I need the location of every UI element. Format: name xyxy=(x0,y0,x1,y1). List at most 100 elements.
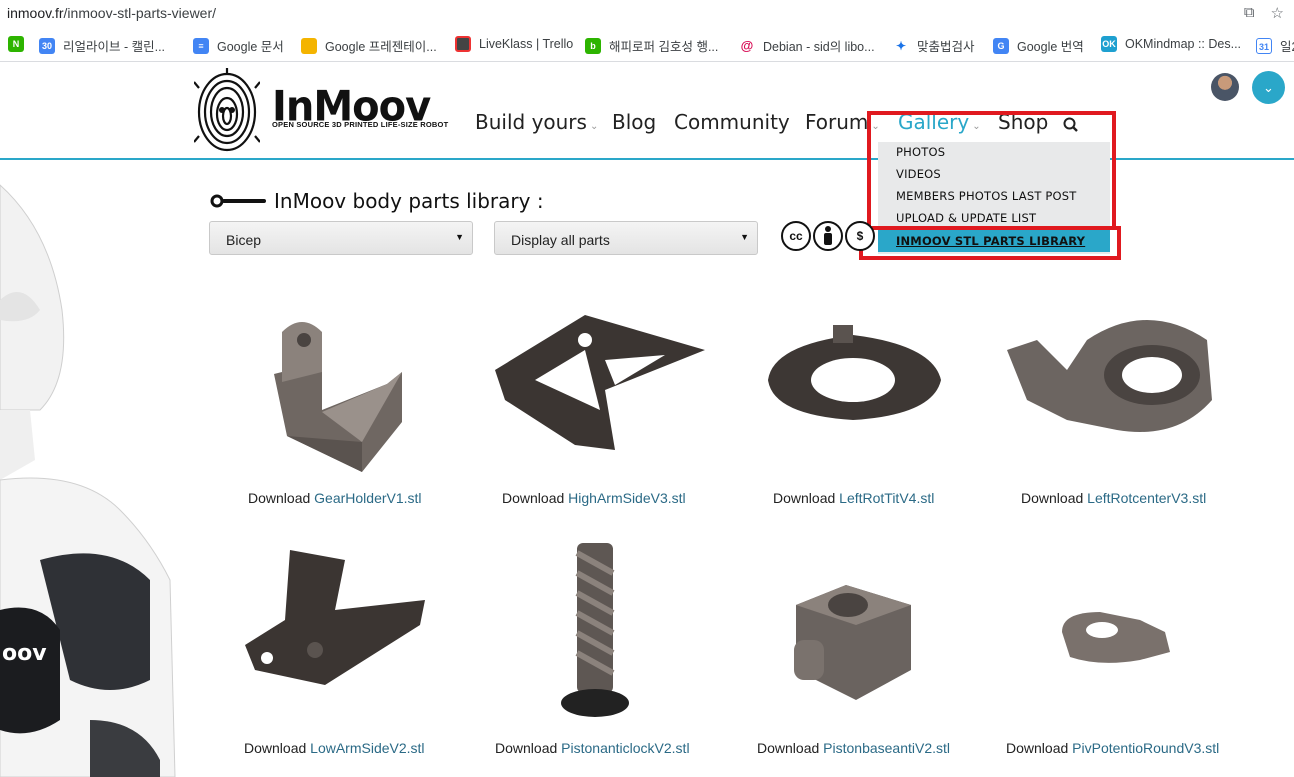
dropdown-arrow-icon: ▼ xyxy=(740,232,749,242)
nav-blog[interactable]: Blog xyxy=(612,110,656,134)
translate-icon: G xyxy=(993,37,1009,54)
file-link[interactable]: PivPotentioRoundV3.stl xyxy=(1072,740,1219,756)
debian-icon: @ xyxy=(739,37,755,54)
bookmark-label: Debian - sid의 libo... xyxy=(763,40,875,54)
blog-icon: b xyxy=(585,37,601,54)
key-icon xyxy=(210,194,266,208)
part-thumbnail-leftrottit[interactable] xyxy=(763,325,943,425)
calendar-icon: 30 xyxy=(39,37,55,54)
download-link-pistonanticlock[interactable]: Download PistonanticlockV2.stl xyxy=(495,740,690,756)
file-link[interactable]: HighArmSideV3.stl xyxy=(568,490,686,506)
bookmark-label: Google 문서 xyxy=(217,40,284,54)
bookmark-8[interactable]: G Google 번역 xyxy=(993,36,1084,55)
bookmark-10[interactable]: 31 일2 xyxy=(1256,36,1294,55)
nav-label: Build yours xyxy=(475,110,587,134)
bookmark-label: 일2 xyxy=(1280,40,1294,54)
download-link-pistonbase[interactable]: Download PistonbaseantiV2.stl xyxy=(757,740,950,756)
part-thumbnail-pivpotentioround[interactable] xyxy=(1060,612,1172,667)
select-value: Bicep xyxy=(226,232,262,248)
part-thumbnail-pistonbase[interactable] xyxy=(786,560,916,710)
library-title: InMoov body parts library : xyxy=(210,189,544,213)
download-prefix: Download xyxy=(1021,490,1084,506)
download-prefix: Download xyxy=(495,740,558,756)
bookmark-4[interactable]: LiveKlass | Trello xyxy=(455,36,573,52)
robot-illustration: oov xyxy=(0,184,176,777)
download-link-higharmside[interactable]: Download HighArmSideV3.stl xyxy=(502,490,686,506)
download-link-leftrottit[interactable]: Download LeftRotTitV4.stl xyxy=(773,490,934,506)
file-link[interactable]: GearHolderV1.stl xyxy=(314,490,421,506)
nav-label: Forum xyxy=(805,110,869,134)
fingerprint-logo-icon[interactable] xyxy=(194,68,260,156)
part-category-select[interactable]: Bicep ▼ xyxy=(209,221,473,255)
download-prefix: Download xyxy=(248,490,311,506)
url-path: /inmoov-stl-parts-viewer/ xyxy=(63,5,217,21)
svg-text:oov: oov xyxy=(2,641,47,666)
bookmark-label: 맞춤법검사 xyxy=(917,40,975,54)
part-thumbnail-lowarmside[interactable] xyxy=(245,550,430,690)
nav-label: Blog xyxy=(612,110,657,134)
cc-by-icon[interactable] xyxy=(813,221,843,251)
download-prefix: Download xyxy=(1006,740,1069,756)
docs-icon: ≡ xyxy=(193,37,209,54)
file-link[interactable]: LowArmSideV2.stl xyxy=(310,740,424,756)
bookmark-label: Google 번역 xyxy=(1017,40,1084,54)
download-link-gearholder[interactable]: Download GearHolderV1.stl xyxy=(248,490,422,506)
logo-tagline: OPEN SOURCE 3D PRINTED LIFE-SIZE ROBOT xyxy=(272,120,449,129)
part-thumbnail-gearholder[interactable] xyxy=(262,312,412,472)
file-link[interactable]: LeftRotcenterV3.stl xyxy=(1087,490,1206,506)
download-prefix: Download xyxy=(244,740,307,756)
user-avatar[interactable] xyxy=(1211,73,1239,101)
download-link-lowarmside[interactable]: Download LowArmSideV2.stl xyxy=(244,740,425,756)
url-host: inmoov.fr xyxy=(7,5,64,21)
file-link[interactable]: PistonanticlockV2.stl xyxy=(561,740,689,756)
naver-icon: N xyxy=(8,36,24,52)
download-link-leftrotcenter[interactable]: Download LeftRotcenterV3.stl xyxy=(1021,490,1206,506)
bookmark-label: LiveKlass | Trello xyxy=(479,37,574,51)
highlight-box-gallery xyxy=(867,111,1116,230)
spell-icon: ✦ xyxy=(893,37,909,54)
cc-nc-icon[interactable]: $ xyxy=(845,221,875,251)
download-link-pivpotentioround[interactable]: Download PivPotentioRoundV3.stl xyxy=(1006,740,1219,756)
download-prefix: Download xyxy=(773,490,836,506)
part-thumbnail-leftrotcenter[interactable] xyxy=(1007,310,1217,455)
part-thumbnail-pistonanticlock[interactable] xyxy=(557,543,632,723)
bookmark-3[interactable]: Google 프레젠테이... xyxy=(301,36,437,55)
chevron-down-icon: ⌄ xyxy=(589,121,599,132)
bookmark-0[interactable]: N xyxy=(8,36,32,52)
calendar-31-icon: 31 xyxy=(1256,37,1272,54)
file-link[interactable]: PistonbaseantiV2.stl xyxy=(823,740,950,756)
chevron-down-icon: ⌄ xyxy=(1263,80,1274,95)
bookmark-5[interactable]: b 해피로퍼 김호성 행... xyxy=(585,36,718,55)
bookmark-9[interactable]: OK OKMindmap :: Des... xyxy=(1101,36,1241,52)
highlight-box-stl-library xyxy=(859,226,1121,260)
download-prefix: Download xyxy=(757,740,820,756)
address-bar[interactable]: inmoov.fr/inmoov-stl-parts-viewer/ ⧉ ☆ xyxy=(0,0,1294,28)
bookmark-label: 리얼라이브 - 캘린... xyxy=(63,40,166,54)
translate-page-icon[interactable]: ⧉ xyxy=(1244,4,1255,22)
liveklass-icon xyxy=(455,36,471,52)
nav-community[interactable]: Community xyxy=(674,110,790,134)
display-filter-select[interactable]: Display all parts ▼ xyxy=(494,221,758,255)
bookmark-star-icon[interactable]: ☆ xyxy=(1271,4,1284,22)
bookmark-2[interactable]: ≡ Google 문서 xyxy=(193,36,284,55)
bookmark-label: 해피로퍼 김호성 행... xyxy=(609,40,719,54)
file-link[interactable]: LeftRotTitV4.stl xyxy=(839,490,934,506)
bookmark-label: OKMindmap :: Des... xyxy=(1125,37,1242,51)
slides-icon xyxy=(301,37,317,54)
nav-build-yours[interactable]: Build yours ⌄ xyxy=(475,110,598,134)
bookmark-6[interactable]: @ Debian - sid의 libo... xyxy=(739,36,875,55)
part-thumbnail-higharmside[interactable] xyxy=(495,310,710,455)
bookmark-7[interactable]: ✦ 맞춤법검사 xyxy=(893,36,975,55)
okmindmap-icon: OK xyxy=(1101,36,1117,52)
cc-license-icon[interactable]: cc xyxy=(781,221,811,251)
bookmarks-bar: N 30 리얼라이브 - 캘린... ≡ Google 문서 Google 프레젠테… xyxy=(0,30,1294,62)
account-menu-button[interactable]: ⌄ xyxy=(1252,71,1285,104)
bookmark-1[interactable]: 30 리얼라이브 - 캘린... xyxy=(39,36,165,55)
library-title-text: InMoov body parts library : xyxy=(274,189,544,213)
nav-label: Community xyxy=(674,110,790,134)
download-prefix: Download xyxy=(502,490,565,506)
bookmark-label: Google 프레젠테이... xyxy=(325,40,437,54)
select-value: Display all parts xyxy=(511,232,610,248)
dropdown-arrow-icon: ▼ xyxy=(455,232,464,242)
url-text[interactable]: inmoov.fr/inmoov-stl-parts-viewer/ xyxy=(7,5,216,21)
